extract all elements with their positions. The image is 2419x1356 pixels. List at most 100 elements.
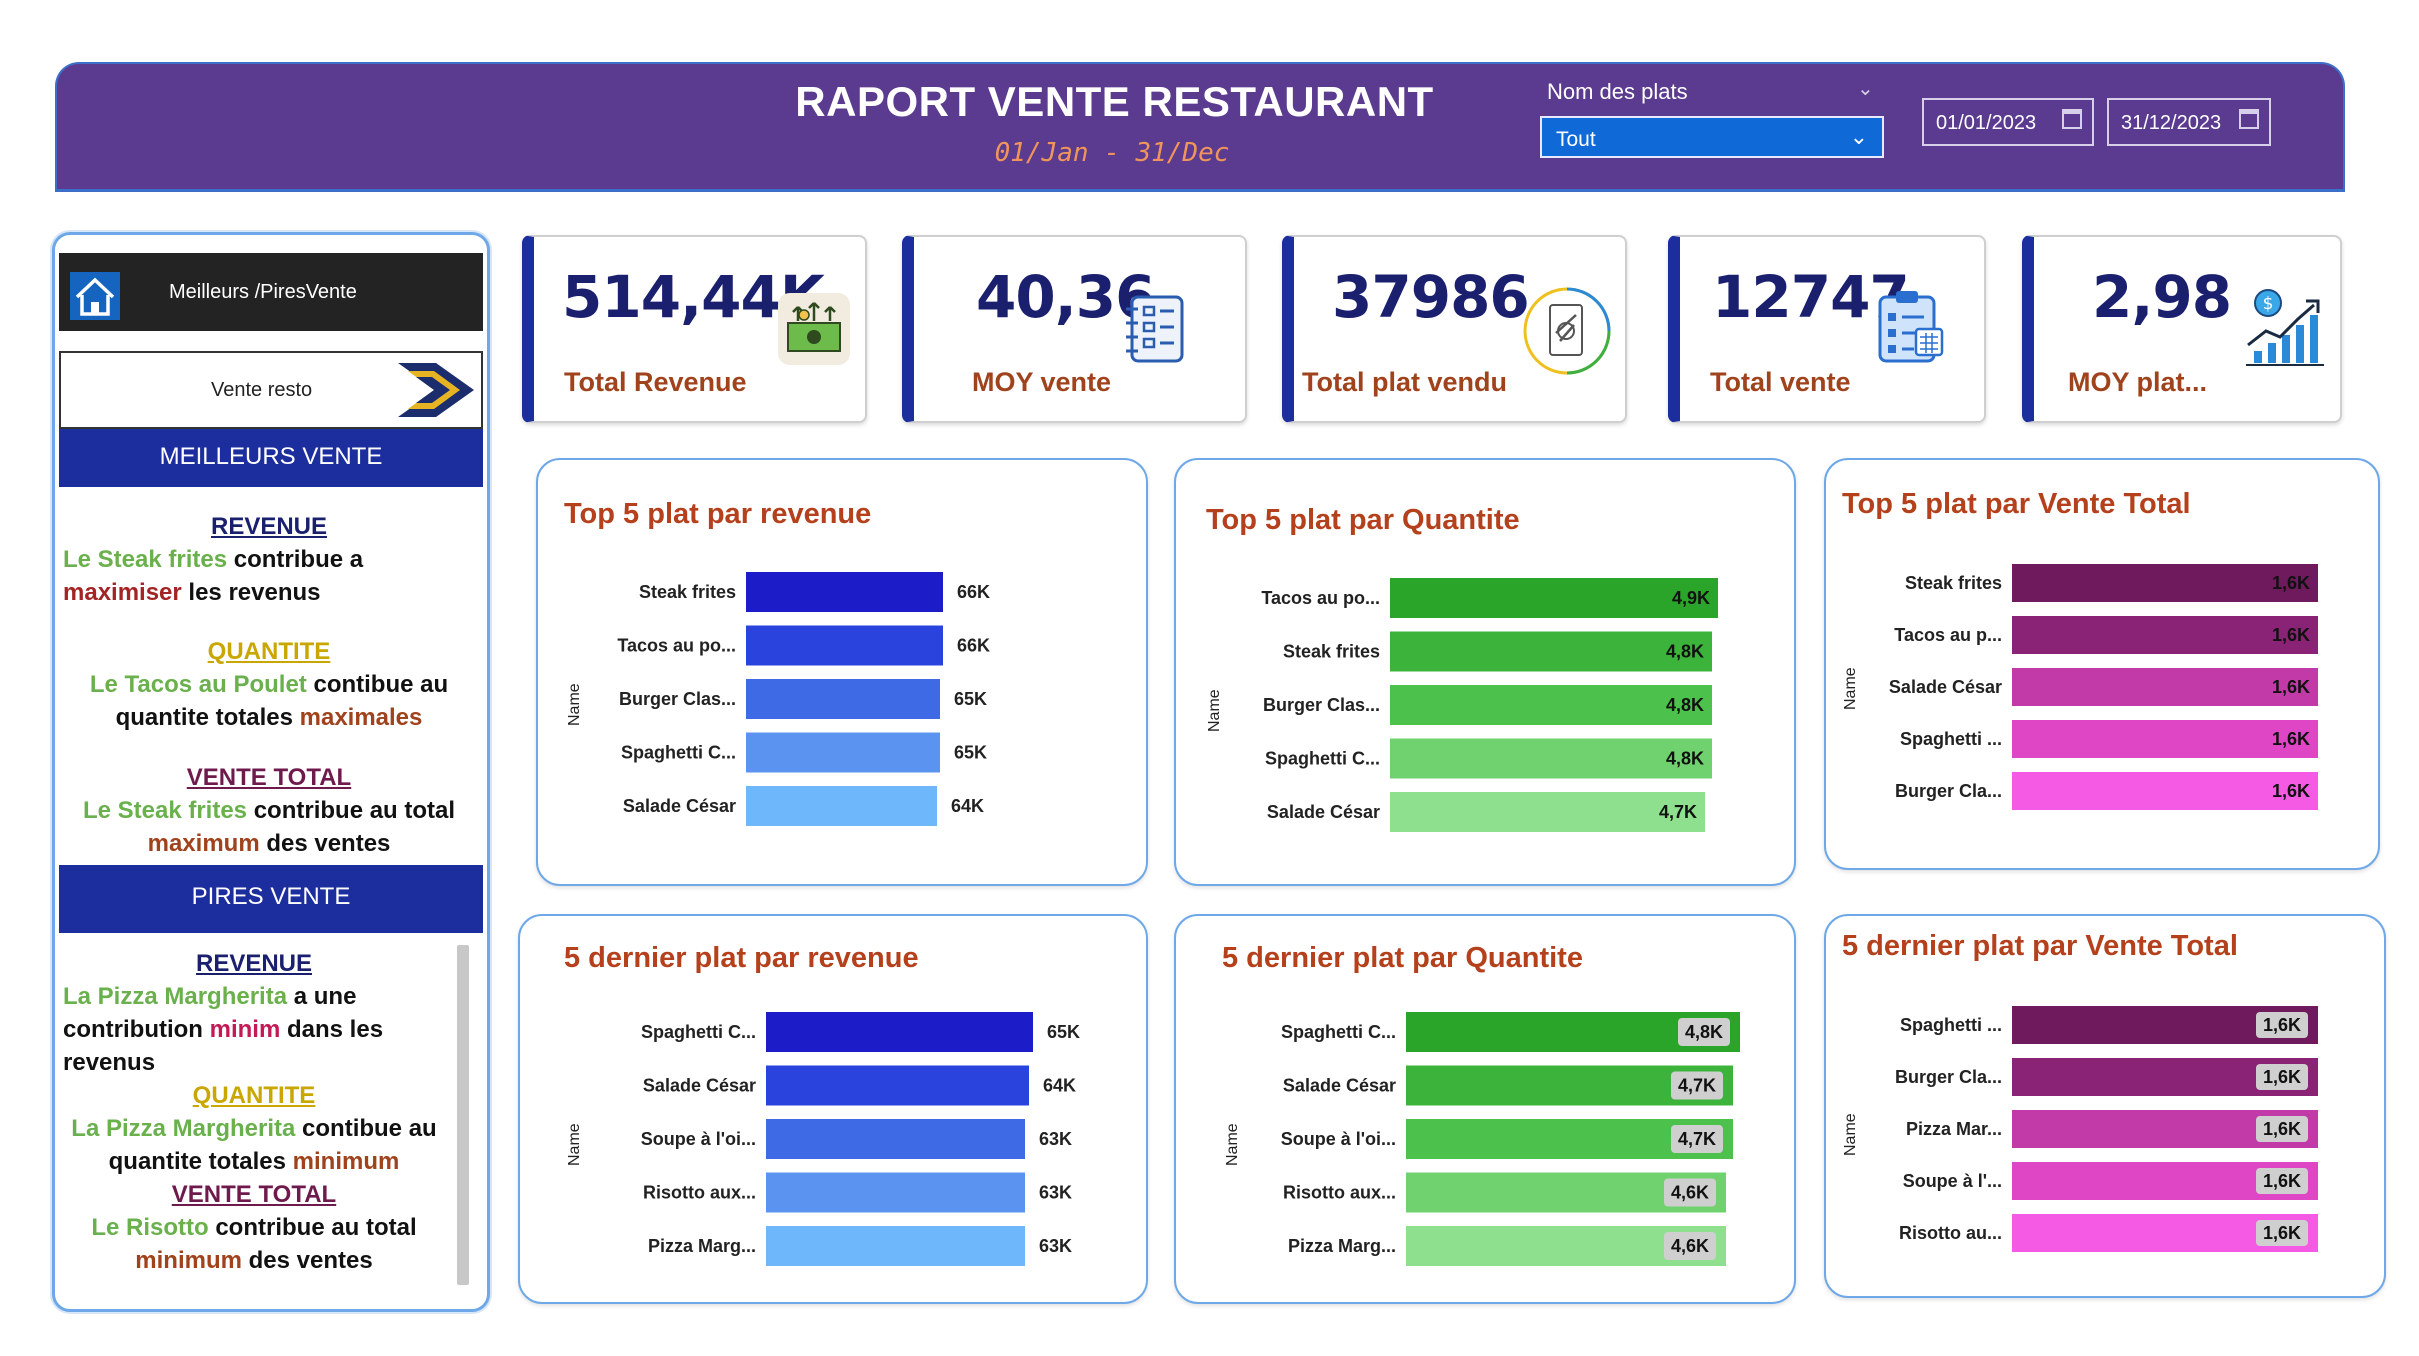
calendar-icon[interactable]	[2062, 109, 2082, 129]
money-icon	[778, 293, 850, 365]
data-label: 1,6K	[2272, 573, 2310, 593]
bar[interactable]	[746, 679, 940, 719]
category-label: Risotto aux...	[1283, 1183, 1396, 1203]
data-label: 1,6K	[2272, 625, 2310, 645]
insight-text: a une	[287, 983, 357, 1010]
insight-highlight: maximiser	[63, 579, 182, 606]
growth-chart-icon: $	[2246, 289, 2324, 366]
category-label: Burger Cla...	[1895, 781, 2002, 801]
dish-name: Le Tacos au Poulet	[89, 671, 307, 698]
dish-icon	[1523, 287, 1611, 375]
insight-text: contibue au	[306, 671, 449, 698]
insight-highlight: minim	[209, 1016, 281, 1043]
bar[interactable]	[1390, 631, 1712, 672]
bar-chart: Spaghetti ... 1,6K Burger Cla... 1,6K Pizza …	[1895, 1006, 2318, 1252]
nav-restaurant-sales-label: Vente resto	[211, 379, 313, 401]
category-label: Salade César	[1267, 802, 1380, 822]
insight-title: QUANTITE	[207, 638, 331, 665]
worst-quantity-insight: QUANTITE La Pizza Margherita contibue au…	[59, 1079, 449, 1178]
bar[interactable]	[1390, 738, 1712, 779]
insight-text: revenus	[63, 1049, 156, 1076]
category-label: Spaghetti C...	[1265, 749, 1380, 769]
bar[interactable]	[766, 1172, 1025, 1213]
dish-filter-label: Nom des plats	[1547, 79, 1688, 104]
category-label: Pizza Mar...	[1906, 1119, 2002, 1139]
bar[interactable]	[1390, 792, 1705, 832]
dish-name: Le Steak frites	[82, 797, 248, 824]
insight-text: les revenus	[181, 579, 321, 606]
calendar-icon[interactable]	[2239, 109, 2259, 129]
kpi-label: Total vente	[1710, 367, 1851, 397]
data-label: 64K	[951, 796, 984, 816]
bar[interactable]	[766, 1012, 1033, 1052]
category-label: Risotto aux...	[643, 1183, 756, 1203]
kpi-value: 37986	[1332, 263, 1530, 331]
notepad-icon	[1126, 295, 1184, 363]
bar[interactable]	[746, 572, 943, 612]
insight-text: contribution	[63, 1016, 210, 1043]
data-label: 63K	[1039, 1236, 1072, 1256]
category-label: Tacos au p...	[1894, 625, 2002, 645]
bar[interactable]	[746, 732, 940, 773]
insight-highlight: maximales	[299, 704, 423, 731]
bar-chart: Steak frites 66K Tacos au po... 66K Burger C…	[617, 572, 990, 826]
category-label: Soupe à l'oi...	[641, 1129, 756, 1149]
best-sales-header: MEILLEURS VENTE	[59, 429, 483, 487]
bar[interactable]	[746, 786, 937, 826]
category-label: Salade César	[623, 796, 736, 816]
data-label: 1,6K	[2272, 781, 2310, 801]
best-quantity-insight: QUANTITE Le Tacos au Poulet contibue au …	[59, 635, 479, 734]
data-label: 4,6K	[1671, 1236, 1709, 1256]
data-label: 1,6K	[2272, 729, 2310, 749]
data-label: 4,8K	[1666, 749, 1704, 769]
date-end-input[interactable]: 31/12/2023	[2107, 98, 2271, 146]
dish-filter-dropdown[interactable]: Tout ⌄	[1540, 116, 1884, 158]
chart-card-bottom5-revenue: 5 dernier plat par revenue Name Spaghett…	[518, 914, 1148, 1304]
insights-panel: Meilleurs /PiresVente Vente resto MEILLE…	[52, 232, 490, 1312]
category-label: Pizza Marg...	[648, 1236, 756, 1256]
bar-chart: Tacos au po... 4,9K Steak frites 4,8K Burger…	[1261, 578, 1718, 832]
category-label: Salade César	[1889, 677, 2002, 697]
insight-text: contibue au	[295, 1115, 437, 1142]
data-label: 4,7K	[1678, 1076, 1716, 1096]
insight-text: contribue a	[227, 546, 364, 573]
category-label: Burger Clas...	[619, 689, 736, 709]
kpi-label: Total plat vendu	[1302, 367, 1508, 397]
chevron-down-icon[interactable]: ⌄	[1857, 76, 1874, 101]
date-start-input[interactable]: 01/01/2023	[1922, 98, 2094, 146]
category-label: Burger Clas...	[1263, 695, 1380, 715]
insight-text: quantite totales	[108, 1148, 293, 1175]
worst-sales-header: PIRES VENTE	[59, 865, 483, 933]
bar[interactable]	[746, 625, 943, 666]
nav-best-worst-button[interactable]: Meilleurs /PiresVente	[59, 253, 483, 331]
insight-highlight: minimum	[292, 1148, 400, 1175]
best-total-insight: VENTE TOTAL Le Steak frites contribue au…	[59, 761, 479, 860]
clipboard-icon	[1878, 291, 1944, 363]
insight-title: REVENUE	[195, 950, 313, 977]
bar[interactable]	[1390, 578, 1718, 618]
home-icon[interactable]	[69, 271, 121, 321]
date-end-value: 31/12/2023	[2121, 112, 2222, 134]
nav-restaurant-sales-button[interactable]: Vente resto	[59, 351, 483, 429]
category-label: Spaghetti ...	[1900, 1015, 2002, 1035]
dish-name: La Pizza Margherita	[71, 1115, 296, 1142]
data-label: 4,8K	[1666, 642, 1704, 662]
insight-highlight: minimum	[135, 1247, 242, 1274]
insight-text: contribue au total	[208, 1214, 417, 1241]
chevron-right-icon[interactable]	[396, 361, 476, 419]
bar[interactable]	[766, 1065, 1029, 1106]
category-label: Burger Cla...	[1895, 1067, 2002, 1087]
category-label: Tacos au po...	[1261, 588, 1380, 608]
insights-scrollbar[interactable]	[457, 945, 469, 1285]
bar[interactable]	[766, 1226, 1025, 1266]
data-label: 65K	[1047, 1022, 1080, 1042]
bar[interactable]	[766, 1119, 1025, 1159]
chevron-down-icon: ⌄	[1849, 124, 1868, 149]
category-label: Soupe à l'...	[1903, 1171, 2002, 1191]
category-label: Steak frites	[1283, 642, 1380, 662]
bar[interactable]	[1390, 685, 1712, 725]
chart-card-top5-total: Top 5 plat par Vente Total Name Steak fr…	[1824, 458, 2380, 870]
insight-text: dans les	[280, 1016, 384, 1043]
svg-text:$: $	[2263, 294, 2274, 314]
bar-chart: Steak frites 1,6K Tacos au p... 1,6K Salade …	[1889, 564, 2318, 810]
